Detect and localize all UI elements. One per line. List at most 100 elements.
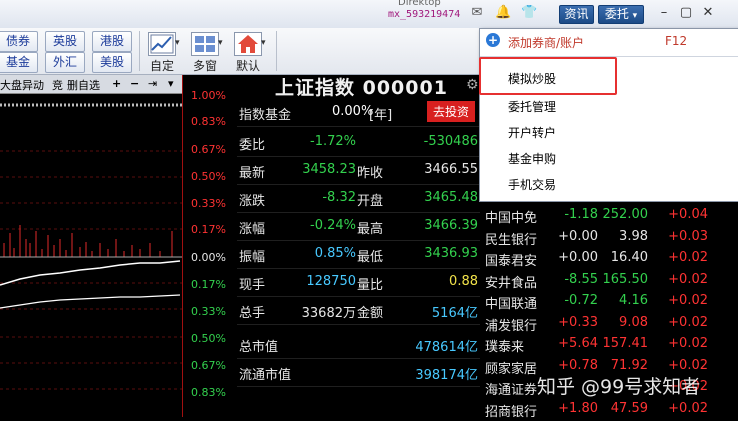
user-id: mx_593219474	[388, 9, 461, 20]
axis-label: 0.33%	[191, 305, 226, 318]
quote-row: 涨幅 -0.24% 最高 3466.39	[237, 214, 480, 241]
tab-market-move[interactable]: 大盘异动	[0, 77, 44, 93]
stock-name: 中国中免	[485, 211, 538, 226]
stock-row[interactable]: 中国中免 -1.18 252.00 +0.04	[480, 206, 738, 227]
quick-button-us[interactable]: 美股	[92, 52, 132, 73]
stock-value: 4.16	[619, 293, 648, 308]
quote-value: -530486	[423, 134, 478, 149]
weituo-button[interactable]: 委托 ▾	[598, 5, 644, 24]
stock-value: 165.50	[602, 271, 649, 287]
tab-delete-watchlist[interactable]: 删自选	[67, 77, 100, 93]
fund-row: 指数基金 0.00% [年] 去投资	[237, 100, 480, 127]
gear-icon[interactable]: ⚙	[466, 77, 479, 93]
quote-label: 涨幅	[239, 222, 266, 237]
stock-price-change: -0.72	[564, 293, 598, 308]
add-broker-row[interactable]: + 添加券商/账户 F12	[480, 29, 738, 57]
menu-item-mobile-trading[interactable]: 手机交易	[508, 173, 708, 197]
title-bar: Direktop mx_593219474 ✉ 🔔 👕 资讯 委托 ▾ – ▢ …	[0, 0, 738, 29]
tool-multi-window[interactable]: ▾ 多窗	[187, 30, 227, 73]
close-icon[interactable]: ✕	[700, 4, 716, 22]
tab-auction[interactable]: 竞	[52, 77, 63, 93]
axis-label: 0.83%	[191, 386, 226, 399]
stock-name: 安井食品	[485, 275, 538, 291]
menu-item-fund-subscription[interactable]: 基金申购	[508, 147, 708, 171]
quote-value: 5164亿	[431, 306, 478, 321]
axis-label: 0.17%	[191, 223, 226, 236]
stock-row[interactable]: 浦发银行 +0.33 9.08 +0.02	[480, 314, 738, 335]
quote-value: 398174亿	[415, 368, 478, 383]
axis-label: 0.67%	[191, 143, 226, 156]
axis-label: 0.17%	[191, 278, 226, 291]
fund-label: 指数基金	[239, 108, 292, 123]
stock-row[interactable]: 民生银行 +0.00 3.98 +0.03	[480, 228, 738, 249]
stock-row[interactable]: 招商银行 +1.80 47.59 +0.02	[480, 400, 738, 421]
stock-price-change: +0.00	[558, 250, 598, 265]
stock-change: +0.04	[668, 207, 708, 222]
chevron-down-icon[interactable]: ▾	[168, 77, 174, 90]
quote-row: 总手 33682万 金额 5164亿	[237, 298, 480, 325]
stock-value: 252.00	[602, 207, 649, 222]
quick-button-fund[interactable]: 基金	[0, 52, 38, 73]
stock-change: +0.02	[668, 293, 708, 308]
stock-row[interactable]: 中国联通 -0.72 4.16 +0.02	[480, 292, 738, 313]
stock-value: 157.41	[602, 336, 649, 351]
stock-name: 海通证券	[485, 383, 538, 398]
highlight-box	[479, 57, 617, 95]
menu-item-account-transfer[interactable]: 开户转户	[508, 121, 708, 145]
stock-value: 3.98	[619, 228, 648, 244]
stock-value: 71.92	[610, 357, 648, 373]
index-title: 上证指数 000001	[275, 77, 448, 99]
stock-row[interactable]: 国泰君安 +0.00 16.40 +0.02	[480, 249, 738, 270]
menu-item-order-management[interactable]: 委托管理	[508, 95, 708, 119]
shirt-icon[interactable]: 👕	[521, 6, 537, 20]
stock-price-change: +0.33	[558, 314, 598, 330]
quote-label: 开盘	[357, 194, 384, 209]
quick-button-uk[interactable]: 英股	[45, 31, 85, 52]
minimize-icon[interactable]: –	[656, 4, 672, 22]
toolbar-divider	[139, 31, 140, 71]
add-broker-shortcut: F12	[665, 34, 688, 48]
add-circle-icon: +	[486, 33, 500, 47]
bell-icon[interactable]: 🔔	[495, 6, 511, 20]
index-quote-panel: 上证指数 000001 ⚙ 指数基金 0.00% [年] 去投资 委比 -1.72…	[237, 75, 480, 417]
quote-value: 3458.23	[302, 162, 356, 177]
toolbar-divider	[276, 31, 277, 71]
stock-name: 璞泰来	[485, 340, 525, 355]
weituo-dropdown-menu: + 添加券商/账户 F12 模拟炒股 委托管理 开户转户 基金申购 手机交易	[479, 28, 738, 202]
toolbar: 债券 英股 港股 基金 外汇 美股 ▾ 自定 ▾ 多窗 ▾ 默认	[0, 28, 480, 75]
axis-label: 0.67%	[191, 359, 226, 372]
tool-multi-window-label: 多窗	[192, 59, 217, 73]
info-button[interactable]: 资讯	[559, 5, 594, 24]
watermark: 知乎 @99号求知者	[537, 376, 701, 398]
add-icon[interactable]: +	[112, 77, 121, 90]
tool-default[interactable]: ▾ 默认	[230, 30, 270, 73]
quick-button-hk[interactable]: 港股	[92, 31, 132, 52]
percent-axis: 1.00% 0.83% 0.67% 0.50% 0.33% 0.17% 0.00…	[182, 75, 237, 417]
quote-row: 振幅 0.85% 最低 3436.93	[237, 242, 480, 269]
quote-value: 3466.55	[424, 162, 478, 177]
custom-icon	[148, 32, 176, 56]
stock-row[interactable]: 璞泰来 +5.64 157.41 +0.02	[480, 335, 738, 356]
chevron-down-icon: ▾	[261, 38, 266, 48]
stock-price-change: -8.55	[564, 271, 598, 287]
axis-label: 0.00%	[191, 251, 226, 264]
mail-icon[interactable]: ✉	[469, 6, 485, 20]
stock-change: +0.02	[668, 250, 708, 265]
tool-custom[interactable]: ▾ 自定	[144, 30, 184, 73]
add-broker-label: 添加券商/账户	[508, 36, 585, 50]
quote-label: 量比	[357, 278, 384, 293]
invest-button[interactable]: 去投资	[427, 101, 476, 122]
remove-icon[interactable]: −	[130, 77, 139, 90]
stock-row[interactable]: 安井食品 -8.55 165.50 +0.02	[480, 271, 738, 292]
stock-name: 中国联通	[485, 297, 538, 312]
app-name: Direktop	[398, 0, 441, 8]
fund-value: 0.00%	[332, 104, 374, 119]
quick-button-bonds[interactable]: 债券	[0, 31, 38, 52]
stock-price-change: +5.64	[558, 336, 598, 351]
move-icon[interactable]: ⇥	[148, 77, 157, 90]
maximize-icon[interactable]: ▢	[678, 4, 694, 22]
chevron-down-icon: ▾	[632, 11, 638, 21]
quote-row: 委比 -1.72% -530486	[237, 130, 480, 157]
quick-button-forex[interactable]: 外汇	[45, 52, 85, 73]
quote-row: 涨跌 -8.32 开盘 3465.48	[237, 186, 480, 213]
